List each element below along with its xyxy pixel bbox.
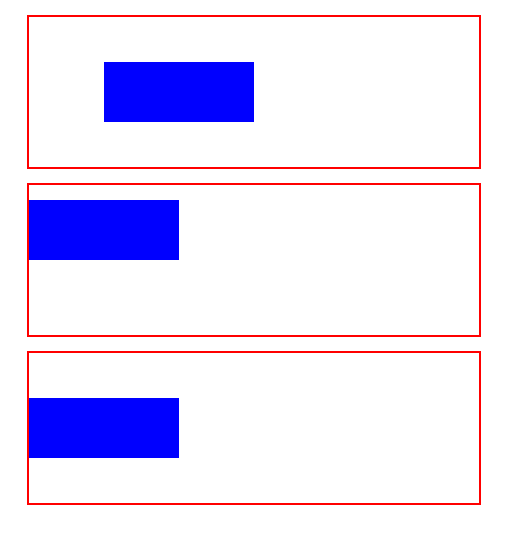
container-box-1: [27, 15, 481, 169]
container-box-2: [27, 183, 481, 337]
blue-block-1: [104, 62, 254, 122]
container-box-3: [27, 351, 481, 505]
blue-block-2: [29, 200, 179, 260]
blue-block-3: [29, 398, 179, 458]
